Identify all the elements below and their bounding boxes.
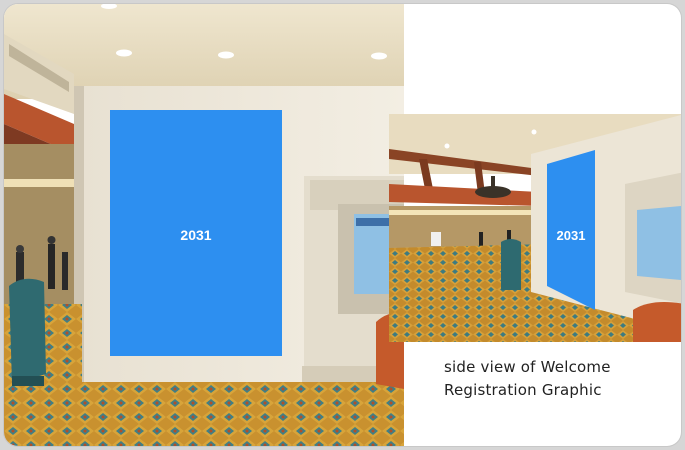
inset-ceiling-light [444,143,450,149]
photo-collage-card: 2031 2031 side view of Welcome Registrat… [4,4,681,446]
inset-photo-side-view: 2031 [389,114,681,342]
ceiling-light [371,52,387,60]
inset-sign-board [431,232,441,246]
chandelier-stem [491,176,495,188]
person-silhouette [62,252,68,290]
caption-line-2: Registration Graphic [444,381,602,399]
main-photo-front-view: 2031 [4,4,404,446]
inset-beam-band [389,184,539,206]
person-silhouette [48,244,55,289]
ceiling-light [116,49,132,57]
background-light-strip [4,179,79,187]
caption-line-1: side view of Welcome [444,358,611,376]
sign-label: 2031 [180,227,211,243]
inset-armchair [501,239,521,290]
inset-sign-label: 2031 [557,228,586,243]
inset-kiosk-screen [637,206,681,280]
inset-light-strip [389,210,549,215]
person-silhouette [16,245,24,253]
person-silhouette [16,252,24,282]
armchair [9,278,46,384]
person-silhouette [47,236,56,244]
inset-ceiling-light [531,129,537,135]
inset-orange-chair [633,302,681,342]
caption: side view of Welcome Registration Graphi… [444,356,664,402]
armchair-base [12,376,44,386]
ceiling-light [218,51,234,59]
